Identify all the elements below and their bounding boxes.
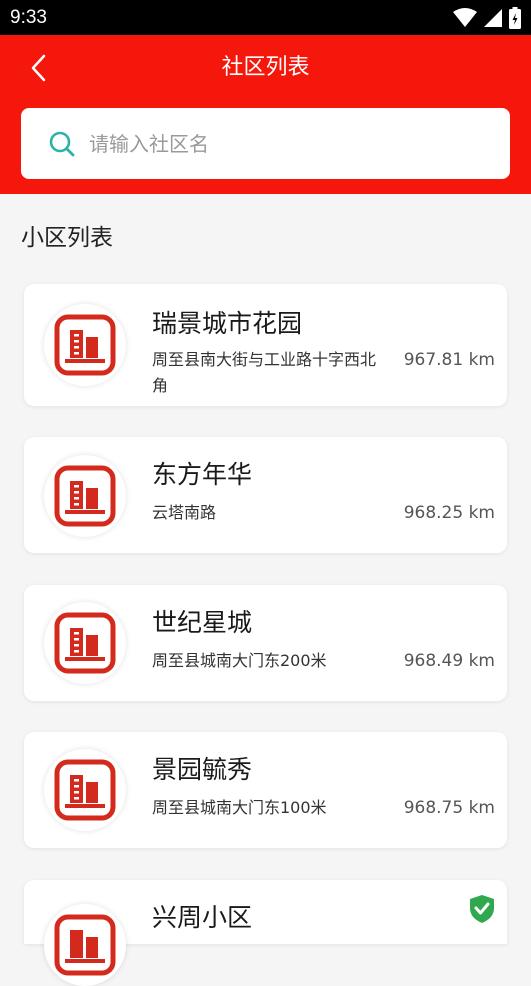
community-card[interactable]: 东方年华 云塔南路 968.25 km — [24, 437, 507, 553]
community-logo — [44, 455, 126, 537]
app-header: 社区列表 — [0, 35, 531, 194]
community-address: 周至县城南大门东200米 — [152, 651, 327, 670]
community-distance: 967.81 km — [403, 350, 495, 370]
building-icon — [54, 612, 116, 674]
shield-check-icon — [470, 895, 494, 923]
status-bar: 9:33 — [0, 0, 531, 35]
community-logo — [44, 602, 126, 684]
wifi-icon — [453, 7, 477, 27]
battery-icon — [509, 6, 521, 29]
community-name: 兴周小区 — [152, 903, 253, 932]
community-logo — [44, 749, 126, 831]
community-logo — [44, 904, 126, 986]
search-bar[interactable] — [21, 108, 510, 179]
community-address: 云塔南路 — [152, 503, 217, 522]
community-address: 周至县城南大门东100米 — [152, 798, 327, 817]
community-card[interactable]: 景园毓秀 周至县城南大门东100米 968.75 km — [24, 732, 507, 848]
search-icon — [49, 131, 75, 156]
system-icons — [453, 6, 521, 29]
community-distance: 968.25 km — [403, 503, 495, 523]
community-name: 世纪星城 — [152, 608, 253, 637]
section-title: 小区列表 — [21, 225, 113, 251]
community-distance: 968.49 km — [403, 651, 495, 671]
community-card[interactable]: 瑞景城市花园 周至县南大街与工业路十字西北角 967.81 km — [24, 284, 507, 406]
community-name: 东方年华 — [152, 460, 253, 489]
community-logo — [44, 304, 126, 386]
building-icon — [54, 465, 116, 527]
page-title: 社区列表 — [221, 55, 310, 80]
signal-icon — [484, 8, 502, 27]
building-icon — [54, 759, 116, 821]
community-card[interactable]: 世纪星城 周至县城南大门东200米 968.49 km — [24, 585, 507, 701]
community-distance: 968.75 km — [403, 798, 495, 818]
building-icon — [54, 914, 116, 976]
community-name: 瑞景城市花园 — [152, 309, 303, 338]
community-card[interactable]: 兴周小区 — [24, 880, 507, 986]
community-address: 周至县南大街与工业路十字西北角 — [152, 350, 377, 395]
community-name: 景园毓秀 — [152, 755, 253, 784]
status-time: 9:33 — [10, 6, 47, 28]
search-input[interactable] — [89, 131, 449, 156]
building-icon — [54, 314, 116, 376]
